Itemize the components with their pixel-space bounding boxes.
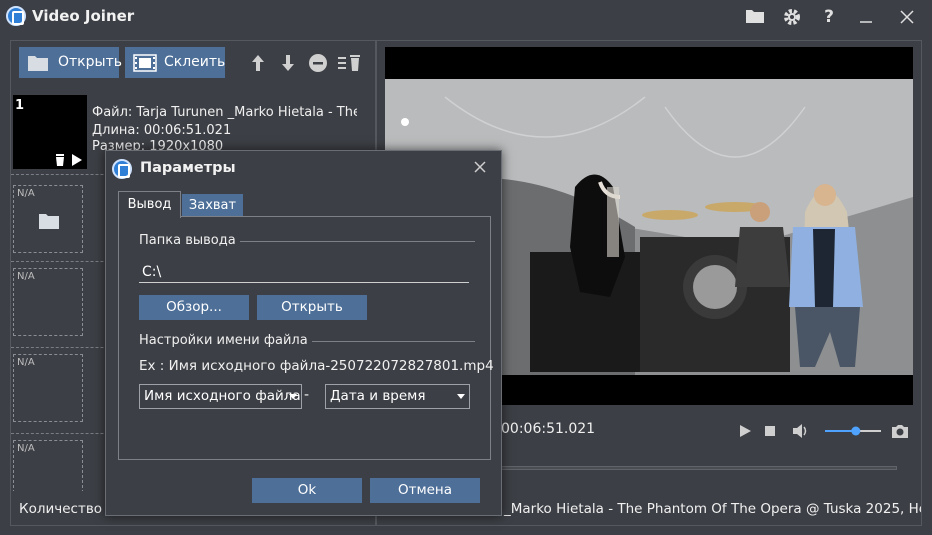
separator-text: - xyxy=(304,387,310,403)
open-folder-button[interactable]: Открыть xyxy=(257,295,367,320)
file-length: Длина: 00:06:51.021 xyxy=(92,123,232,138)
close-icon[interactable] xyxy=(470,157,490,177)
output-folder-label: Папка вывода xyxy=(139,233,240,248)
volume-icon[interactable] xyxy=(791,421,811,441)
open-button[interactable]: Открыть xyxy=(19,47,122,78)
output-path-field[interactable]: C:\ xyxy=(139,261,469,283)
name-part1-select[interactable]: Имя исходного файла xyxy=(139,384,302,409)
video-thumbnail: 1 xyxy=(13,95,87,169)
app-logo-icon xyxy=(6,6,26,26)
film-icon xyxy=(133,53,157,84)
ok-button[interactable]: Ok xyxy=(252,478,362,503)
app-logo-icon xyxy=(112,159,132,179)
stop-icon[interactable] xyxy=(760,421,780,441)
tab-capture[interactable]: Захват xyxy=(182,194,243,217)
settings-gear-icon[interactable] xyxy=(782,7,804,27)
folder-icon xyxy=(27,53,49,84)
chevron-down-icon xyxy=(289,394,297,399)
chevron-down-icon xyxy=(457,394,465,399)
close-icon[interactable] xyxy=(897,7,919,27)
empty-slot: N/A xyxy=(13,354,83,422)
app-title: Video Joiner xyxy=(32,7,135,25)
volume-slider[interactable] xyxy=(823,421,883,441)
filename-settings-label: Настройки имени файла xyxy=(139,333,312,348)
arrow-up-icon[interactable] xyxy=(248,53,268,73)
remove-icon[interactable] xyxy=(308,53,328,73)
title-bar: Video Joiner ? xyxy=(0,0,932,34)
file-name: Файл: Tarja Turunen _Marko Hietala - The xyxy=(92,105,357,120)
filename-example: Ex : Имя исходного файла-250722072827801… xyxy=(139,358,494,374)
dialog-title: Параметры xyxy=(140,160,236,176)
folder-icon xyxy=(39,214,59,229)
delete-icon[interactable] xyxy=(53,153,67,167)
minimize-icon[interactable] xyxy=(856,7,878,27)
join-button[interactable]: Склеить xyxy=(125,47,225,78)
empty-slot: N/A xyxy=(13,268,83,336)
name-part2-select[interactable]: Дата и время xyxy=(325,384,470,409)
cancel-button[interactable]: Отмена xyxy=(370,478,480,503)
camera-icon[interactable] xyxy=(890,421,910,441)
play-icon[interactable] xyxy=(71,153,83,167)
seek-bar[interactable] xyxy=(489,466,897,470)
play-icon[interactable] xyxy=(735,421,755,441)
arrow-down-icon[interactable] xyxy=(278,53,298,73)
clear-list-icon[interactable] xyxy=(337,53,365,73)
empty-slot: N/A xyxy=(13,185,83,253)
empty-slot: N/A xyxy=(13,440,83,491)
tab-output[interactable]: Вывод xyxy=(118,191,181,218)
browse-button[interactable]: Обзор... xyxy=(139,295,249,320)
help-icon[interactable]: ? xyxy=(818,7,840,27)
output-tab-panel: Папка вывода C:\ Обзор... Открыть Настро… xyxy=(118,216,494,460)
current-time: 00:06:51.021 xyxy=(501,421,596,437)
item-count: Количество 1 xyxy=(19,501,115,517)
settings-dialog: Параметры Вывод Захват Папка вывода C:\ … xyxy=(105,150,502,516)
folder-icon[interactable] xyxy=(745,7,767,27)
